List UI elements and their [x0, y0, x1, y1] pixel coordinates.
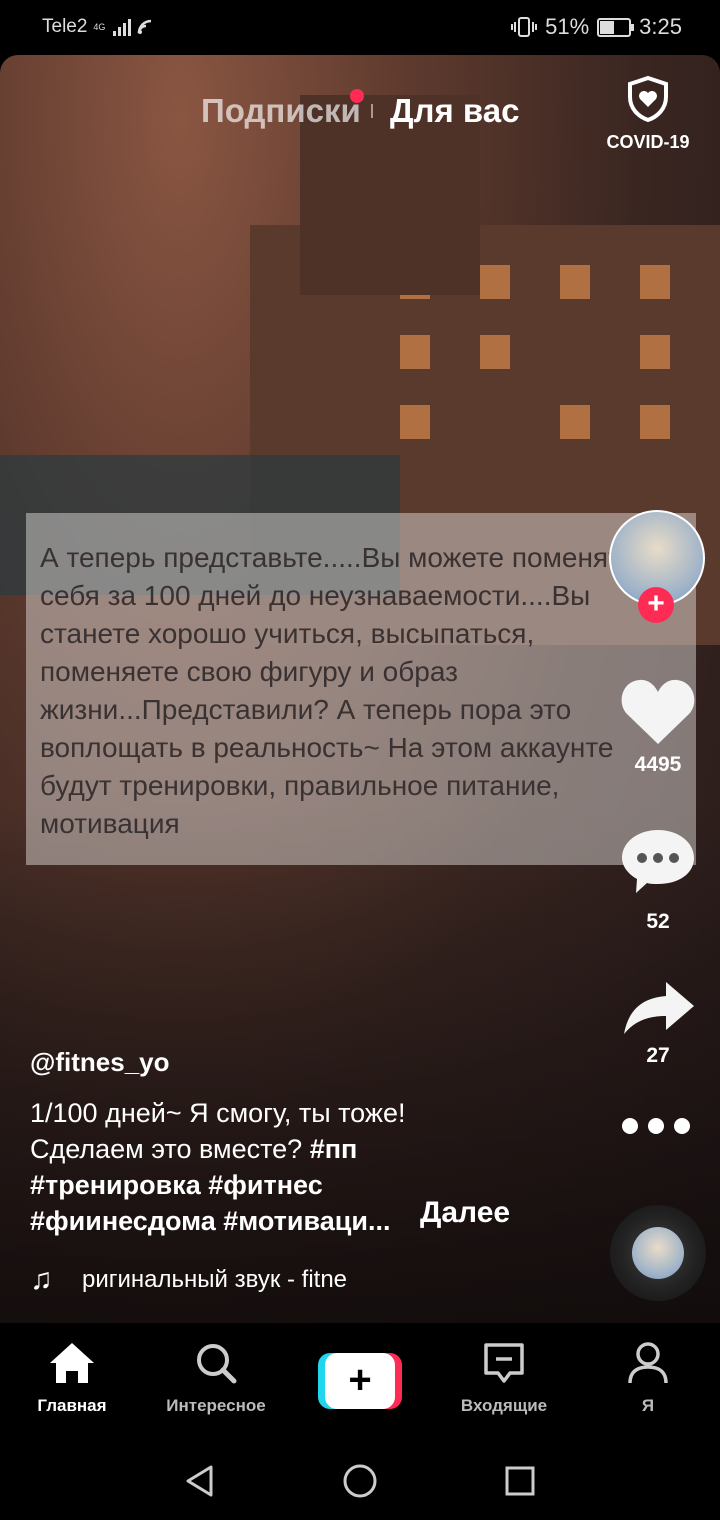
status-right: 51% 3:25: [511, 14, 682, 40]
inbox-icon: [484, 1343, 524, 1383]
home-circle-icon[interactable]: [342, 1463, 378, 1499]
more-options-icon[interactable]: [622, 1118, 690, 1134]
overlay-text: А теперь представьте.....Вы можете помен…: [40, 542, 636, 839]
signal-icon: [113, 18, 132, 36]
nav-profile-label: Я: [641, 1396, 655, 1415]
follow-button[interactable]: +: [638, 587, 674, 623]
music-note-icon: ♫: [30, 1263, 53, 1296]
search-icon: [197, 1344, 237, 1384]
comment-count: 52: [646, 910, 670, 933]
network-type: 4G: [93, 21, 106, 32]
vibrate-icon: [511, 17, 538, 37]
nav-discover[interactable]: Интересное: [146, 1341, 286, 1416]
sound-disc-cover: [632, 1227, 684, 1279]
nav-discover-label: Интересное: [166, 1396, 266, 1415]
nav-home[interactable]: Главная: [2, 1341, 142, 1416]
recents-icon[interactable]: [504, 1465, 536, 1497]
covid-label: COVID-19: [606, 132, 690, 152]
create-button[interactable]: +: [318, 1353, 402, 1409]
bottom-nav: Главная Интересное + Входящие Я: [0, 1323, 720, 1430]
carrier-name: Tele2: [42, 16, 88, 37]
wifi-icon: [138, 19, 152, 34]
nav-profile[interactable]: Я: [578, 1341, 718, 1416]
status-bar: Tele2 4G 51% 3:25: [0, 0, 720, 55]
profile-icon: [628, 1342, 668, 1384]
post-caption[interactable]: 1/100 дней~ Я смогу, ты тоже! Сделаем эт…: [30, 1095, 460, 1239]
comment-icon[interactable]: [620, 826, 696, 896]
home-icon: [50, 1343, 94, 1383]
plus-icon: +: [325, 1353, 395, 1409]
tab-divider: [371, 104, 373, 118]
battery-icon: [597, 17, 635, 37]
battery-percent: 51%: [545, 14, 590, 39]
nav-inbox[interactable]: Входящие: [434, 1341, 574, 1416]
status-left: Tele2 4G: [42, 16, 155, 38]
back-icon[interactable]: [183, 1464, 217, 1498]
heart-icon[interactable]: [619, 676, 697, 746]
system-nav-bar: [0, 1430, 720, 1520]
video-text-overlay: А теперь представьте.....Вы можете помен…: [26, 513, 696, 865]
share-count: 27: [646, 1044, 670, 1067]
clock: 3:25: [639, 14, 682, 39]
share-icon[interactable]: [622, 980, 696, 1036]
notification-dot: [350, 89, 364, 103]
covid-button[interactable]: COVID-19: [596, 75, 700, 153]
like-count: 4495: [634, 753, 682, 776]
nav-home-label: Главная: [37, 1396, 107, 1415]
see-more-link[interactable]: Далее: [420, 1196, 510, 1230]
shield-heart-icon: [628, 75, 668, 123]
sound-disc[interactable]: [610, 1205, 706, 1301]
nav-inbox-label: Входящие: [460, 1396, 548, 1415]
sound-name[interactable]: ригинальный звук - fitne: [82, 1266, 392, 1294]
tab-for-you[interactable]: Для вас: [390, 92, 519, 130]
post-username[interactable]: @fitnes_yo: [30, 1047, 170, 1078]
tab-following[interactable]: Подписки: [201, 92, 361, 130]
